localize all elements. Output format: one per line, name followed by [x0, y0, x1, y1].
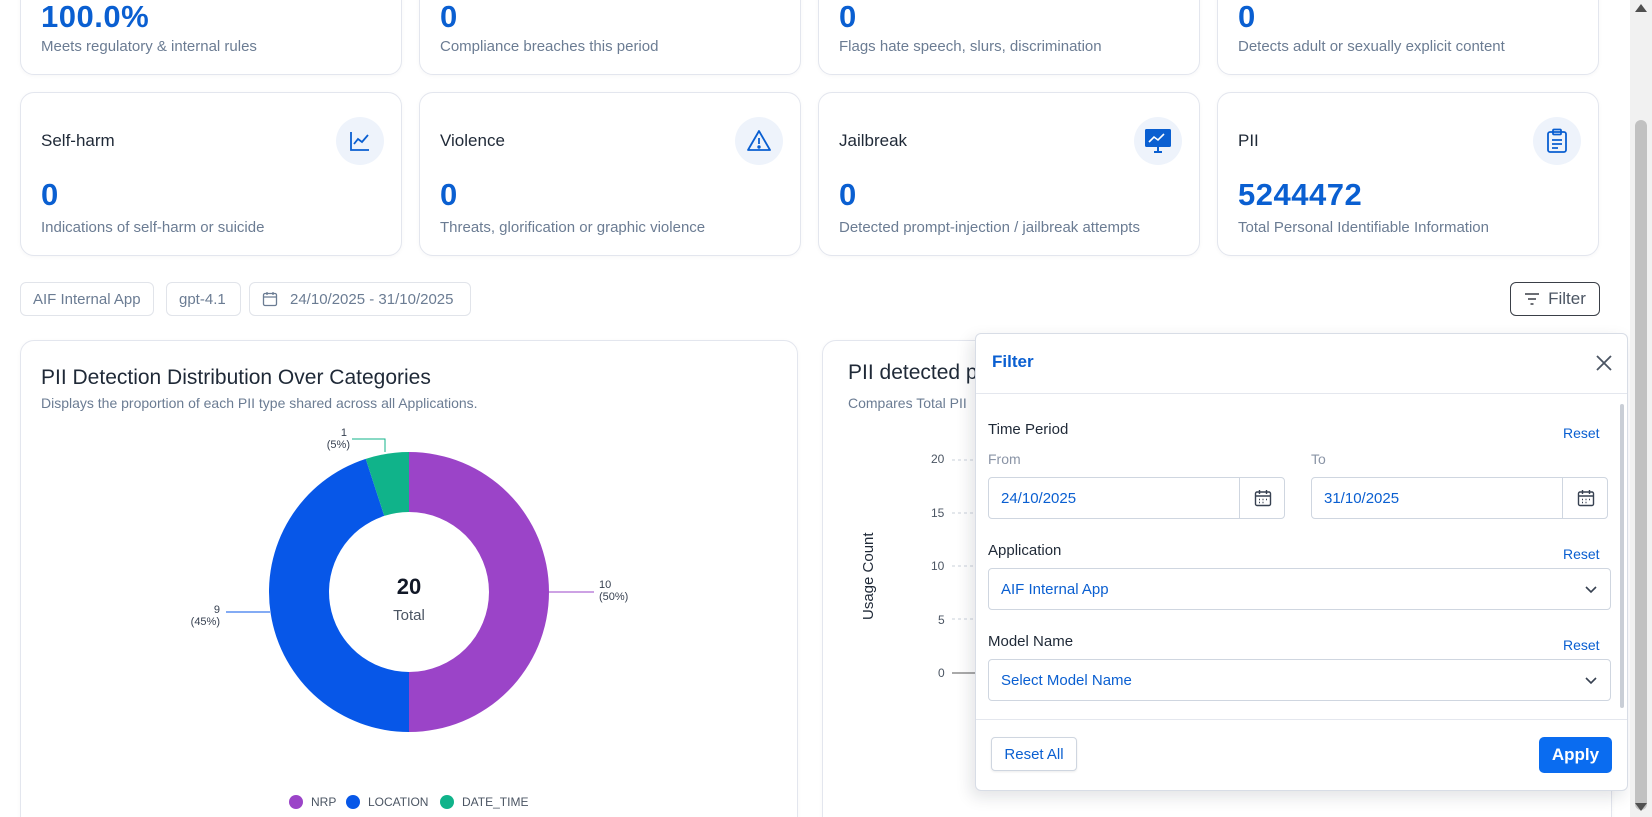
metric-card-pii: PII 5244472 Total Personal Identifiable …: [1217, 92, 1599, 256]
metric-value: 5244472: [1238, 177, 1363, 212]
model-filter-chip-label: gpt-4.1: [179, 290, 226, 308]
date-range-chip[interactable]: 24/10/2025 - 31/10/2025: [249, 282, 471, 316]
calendar-icon[interactable]: [1577, 489, 1595, 512]
apply-button[interactable]: Apply: [1539, 737, 1612, 773]
pii-distribution-title: PII Detection Distribution Over Categori…: [41, 366, 431, 389]
metric-value: 0: [41, 177, 59, 212]
y-tick-5: 5: [938, 613, 945, 627]
y-tick-10: 10: [931, 559, 945, 573]
from-date-value: 24/10/2025: [1001, 490, 1077, 507]
panel-scrollbar-thumb[interactable]: [1620, 404, 1624, 708]
legend-label-nrp: NRP: [311, 795, 337, 809]
page-scrollbar[interactable]: [1630, 0, 1652, 817]
from-label: From: [988, 451, 1021, 467]
to-date-value: 31/10/2025: [1324, 490, 1400, 507]
metric-title: PII: [1238, 131, 1259, 150]
y-tick-15: 15: [931, 506, 945, 520]
chevron-down-icon: [1584, 582, 1598, 601]
metric-title: Jailbreak: [839, 131, 908, 150]
pii-distribution-card: [20, 340, 798, 817]
legend-dot-nrp: [289, 795, 303, 809]
chevron-down-icon: [1584, 673, 1598, 692]
model-name-placeholder: Select Model Name: [1001, 672, 1132, 689]
model-filter-chip[interactable]: gpt-4.1: [166, 282, 241, 316]
to-label: To: [1311, 451, 1326, 467]
legend-item-date-time[interactable]: DATE_TIME: [440, 795, 528, 809]
metric-card-self-harm: Self-harm 0 Indications of self-harm or …: [20, 92, 402, 256]
metric-value: 0: [440, 177, 458, 212]
metric-description: Compliance breaches this period: [440, 38, 659, 55]
pii-detected-title: PII detected p: [848, 361, 978, 384]
app-filter-chip-label: AIF Internal App: [33, 290, 141, 308]
y-axis-label: Usage Count: [860, 532, 877, 620]
date-range-chip-label: 24/10/2025 - 31/10/2025: [290, 290, 454, 308]
calendar-icon: [262, 291, 278, 307]
monitor-icon: [1134, 117, 1182, 165]
reset-all-button[interactable]: Reset All: [991, 737, 1077, 771]
trend-line-chart-icon: [336, 117, 384, 165]
page-scroll-thumb[interactable]: [1635, 120, 1647, 810]
model-name-select[interactable]: Select Model Name: [988, 659, 1611, 701]
warning-triangle-icon: [735, 117, 783, 165]
legend-label-location: LOCATION: [368, 795, 429, 809]
legend-dot-date-time: [440, 795, 454, 809]
y-tick-20: 20: [931, 452, 945, 466]
filter-lines-icon: [1524, 293, 1540, 305]
field-separator: [1239, 478, 1240, 518]
clipboard-icon: [1533, 117, 1581, 165]
metric-value: 0: [839, 177, 857, 212]
metric-value: 100.0%: [41, 0, 150, 34]
y-tick-0: 0: [938, 666, 945, 680]
pii-detected-subtitle: Compares Total PII: [848, 395, 967, 411]
application-label: Application: [988, 542, 1062, 559]
model-name-label: Model Name: [988, 633, 1074, 650]
filter-panel-title: Filter: [992, 352, 1034, 371]
legend-item-nrp[interactable]: NRP: [289, 795, 336, 809]
metric-card-breaches: 0 Compliance breaches this period: [419, 0, 801, 75]
filter-button-label: Filter: [1548, 289, 1586, 308]
model-name-reset-link[interactable]: Reset: [1563, 637, 1600, 653]
metric-title: Violence: [440, 131, 505, 150]
metric-description: Detects adult or sexually explicit conte…: [1238, 38, 1505, 55]
metric-description: Total Personal Identifiable Information: [1238, 219, 1489, 236]
metric-value: 0: [1238, 0, 1256, 34]
metric-card-sexual-content: 0 Detects adult or sexually explicit con…: [1217, 0, 1599, 75]
metric-description: Threats, glorification or graphic violen…: [440, 219, 706, 236]
calendar-icon[interactable]: [1254, 489, 1272, 512]
metric-description: Detected prompt-injection / jailbreak at…: [839, 219, 1140, 236]
close-icon[interactable]: [1593, 352, 1615, 374]
time-period-label: Time Period: [988, 421, 1069, 438]
metric-value: 0: [839, 0, 857, 34]
metric-title: Self-harm: [41, 131, 115, 150]
filter-panel-header: Filter: [976, 334, 1627, 394]
legend-item-location[interactable]: LOCATION: [346, 795, 428, 809]
metric-description: Meets regulatory & internal rules: [41, 38, 257, 55]
metric-card-jailbreak: Jailbreak 0 Detected prompt-injection / …: [818, 92, 1200, 256]
metric-description: Indications of self-harm or suicide: [41, 219, 265, 236]
filter-button[interactable]: Filter: [1510, 282, 1600, 316]
legend-dot-location: [346, 795, 360, 809]
time-period-reset-link[interactable]: Reset: [1563, 425, 1600, 441]
metric-card-compliance: 100.0% Meets regulatory & internal rules: [20, 0, 402, 75]
scroll-up-arrow-icon[interactable]: [1635, 4, 1647, 12]
from-date-field[interactable]: 24/10/2025: [988, 477, 1285, 519]
application-select[interactable]: AIF Internal App: [988, 568, 1611, 610]
metric-card-violence: Violence 0 Threats, glorification or gra…: [419, 92, 801, 256]
app-filter-chip[interactable]: AIF Internal App: [20, 282, 154, 316]
to-date-field[interactable]: 31/10/2025: [1311, 477, 1608, 519]
metric-card-hate-speech: 0 Flags hate speech, slurs, discriminati…: [818, 0, 1200, 75]
filter-panel-divider: [976, 719, 1627, 720]
field-separator: [1562, 478, 1563, 518]
application-reset-link[interactable]: Reset: [1563, 546, 1600, 562]
application-select-value: AIF Internal App: [1001, 581, 1109, 598]
scroll-down-arrow-icon[interactable]: [1635, 803, 1647, 811]
legend-label-date-time: DATE_TIME: [462, 795, 529, 809]
filter-panel: Filter Time Period Reset From To 24/10/2…: [975, 333, 1628, 791]
pii-distribution-subtitle: Displays the proportion of each PII type…: [41, 395, 478, 411]
metric-value: 0: [440, 0, 458, 34]
metric-description: Flags hate speech, slurs, discrimination: [839, 38, 1102, 55]
